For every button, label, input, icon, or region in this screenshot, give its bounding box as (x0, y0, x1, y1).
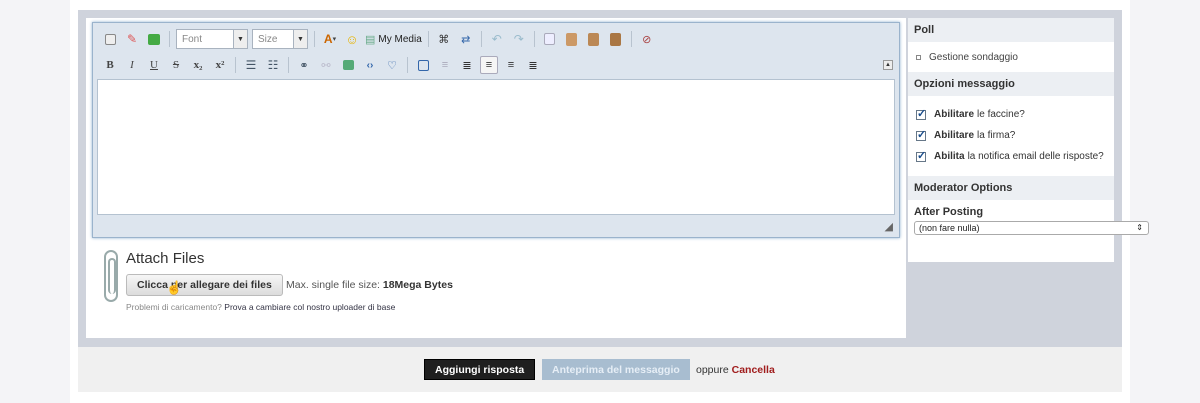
reply-form: ✎ Font▼ Size▼ A▾ ☺ ▤My Media ⌘ ⇄ ↶ ↷ (78, 10, 1149, 347)
unlink-icon[interactable]: ⚯ (317, 56, 335, 74)
my-media-button[interactable]: ▤ My Media (365, 30, 422, 48)
table-icon[interactable] (145, 30, 163, 48)
cancel-link[interactable]: Cancella (732, 364, 775, 376)
attach-files-button[interactable]: Clicca per allegare dei files (126, 274, 283, 296)
copy-icon[interactable] (541, 30, 559, 48)
strikethrough-button[interactable]: S (167, 56, 185, 74)
poll-header: Poll (908, 18, 1114, 42)
preview-button[interactable]: Anteprima del messaggio (542, 359, 690, 380)
checkbox-checked-icon[interactable] (916, 128, 926, 141)
media-icon: ▤ (365, 33, 376, 46)
after-posting-label: After Posting (914, 206, 984, 218)
paste-word-icon[interactable] (607, 30, 625, 48)
binoculars-icon[interactable]: ⌘ (435, 30, 453, 48)
action-bar: Aggiungi risposta Anteprima del messaggi… (78, 347, 1122, 392)
page: ✎ Font▼ Size▼ A▾ ☺ ▤My Media ⌘ ⇄ ↶ ↷ (70, 0, 1149, 403)
attach-title: Attach Files (126, 250, 205, 267)
bullet-icon (916, 54, 921, 60)
bold-button[interactable]: B (101, 56, 119, 74)
editor-toolbar-row-2: B I U S x₂ x² ☰ ☷ ⚭ ⚯ ‹› ♡ ≡ ≣ ≡ ≡ ≣ (101, 55, 546, 75)
chevron-down-icon: ▼ (233, 30, 247, 48)
subscript-button[interactable]: x₂ (189, 56, 207, 74)
basic-uploader-link[interactable]: Prova a cambiare col nostro uploader di … (224, 302, 395, 312)
message-textarea[interactable] (97, 79, 895, 215)
bullet-list-icon[interactable]: ☰ (242, 56, 260, 74)
align-left-icon[interactable]: ≡ (436, 56, 454, 74)
align-full-icon[interactable]: ≣ (524, 56, 542, 74)
align-right-icon[interactable]: ≡ (502, 56, 520, 74)
superscript-button[interactable]: x² (211, 56, 229, 74)
chevron-down-icon: ▼ (293, 30, 307, 48)
paste-icon[interactable] (563, 30, 581, 48)
source-icon[interactable] (101, 30, 119, 48)
option-smilies[interactable]: Abilitarele faccine? (908, 104, 1114, 125)
quote-icon[interactable]: ♡ (383, 56, 401, 74)
undo-icon[interactable]: ↶ (488, 30, 506, 48)
checkbox-checked-icon[interactable] (916, 107, 926, 120)
font-select[interactable]: Font ▼ (176, 29, 248, 49)
align-justify-icon[interactable]: ≣ (458, 56, 476, 74)
option-email-notify[interactable]: Abilitala notifica email delle risposte? (908, 146, 1114, 167)
smiley-icon[interactable]: ☺ (343, 30, 361, 48)
paperclip-icon (104, 250, 118, 302)
rich-text-editor: ✎ Font▼ Size▼ A▾ ☺ ▤My Media ⌘ ⇄ ↶ ↷ (92, 22, 900, 238)
checkbox-checked-icon[interactable] (916, 149, 926, 162)
replace-icon[interactable]: ⇄ (457, 30, 475, 48)
poll-manage-link[interactable]: Gestione sondaggio (908, 42, 1114, 72)
add-reply-button[interactable]: Aggiungi risposta (424, 359, 536, 380)
hand-cursor-icon: ☝ (166, 280, 183, 295)
indent-icon[interactable] (414, 56, 432, 74)
eraser-icon[interactable]: ✎ (123, 30, 141, 48)
image-icon[interactable] (339, 56, 357, 74)
select-arrows-icon: ⇕ (1136, 223, 1143, 232)
spellcheck-icon[interactable]: ⊘ (638, 30, 656, 48)
collapse-toolbar-icon[interactable]: ▲ (883, 60, 893, 70)
main-panel: ✎ Font▼ Size▼ A▾ ☺ ▤My Media ⌘ ⇄ ↶ ↷ (86, 18, 906, 338)
after-posting-select[interactable]: (non fare nulla) ⇕ (914, 221, 1149, 235)
size-select[interactable]: Size ▼ (252, 29, 308, 49)
redo-icon[interactable]: ↷ (510, 30, 528, 48)
editor-toolbar-row-1: ✎ Font▼ Size▼ A▾ ☺ ▤My Media ⌘ ⇄ ↶ ↷ (101, 29, 660, 49)
upload-help: Problemi di caricamento? Prova a cambiar… (126, 302, 396, 312)
italic-button[interactable]: I (123, 56, 141, 74)
link-icon[interactable]: ⚭ (295, 56, 313, 74)
resize-handle-icon[interactable]: ◢ (885, 220, 893, 233)
attach-files-section: Attach Files Clicca per allegare dei fil… (104, 250, 804, 330)
underline-button[interactable]: U (145, 56, 163, 74)
option-signature[interactable]: Abilitarela firma? (908, 125, 1114, 146)
paste-text-icon[interactable] (585, 30, 603, 48)
or-cancel: oppure Cancella (696, 364, 775, 376)
options-header: Opzioni messaggio (908, 72, 1114, 96)
text-color-icon[interactable]: A ▾ (321, 30, 339, 48)
numbered-list-icon[interactable]: ☷ (264, 56, 282, 74)
align-center-icon[interactable]: ≡ (480, 56, 498, 74)
max-file-size: Max. single file size: 18Mega Bytes (286, 279, 453, 291)
moderator-header: Moderator Options (908, 176, 1114, 200)
code-icon[interactable]: ‹› (361, 56, 379, 74)
